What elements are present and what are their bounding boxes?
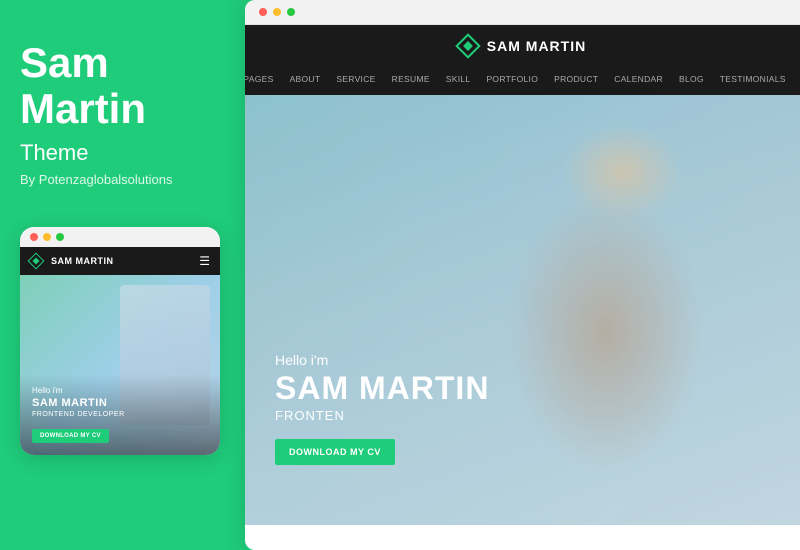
desktop-dot-red [259, 8, 267, 16]
desktop-nav-top: SAM MARTIN [265, 25, 780, 67]
desktop-hero-content: Hello i'm SAM MARTIN FRONTEN DOWNLOAD MY… [275, 352, 489, 465]
nav-product[interactable]: PRODUCT [546, 68, 606, 90]
mobile-nav: SAM MARTIN ☰ [20, 247, 220, 275]
dot-yellow [43, 233, 51, 241]
mobile-download-btn[interactable]: DOWNLOAD MY CV [32, 429, 109, 443]
theme-author: By Potenzaglobalsolutions [20, 172, 228, 187]
mobile-name-text: SAM MARTIN [32, 397, 208, 409]
mobile-logo-area: SAM MARTIN [30, 255, 114, 267]
nav-portfolio[interactable]: PORTFOLIO [478, 68, 546, 90]
desktop-site-name: SAM MARTIN [487, 38, 586, 54]
mobile-hamburger-icon[interactable]: ☰ [199, 254, 210, 268]
desktop-mockup: SAM MARTIN HOME PAGES ABOUT SERVICE RESU… [245, 0, 800, 550]
nav-calendar[interactable]: CALENDAR [606, 68, 671, 90]
desktop-nav: SAM MARTIN HOME PAGES ABOUT SERVICE RESU… [245, 25, 800, 95]
mobile-role-text: FRONTEND DEVELOPER [32, 411, 208, 418]
desktop-browser-bar [245, 0, 800, 25]
nav-blog[interactable]: BLOG [671, 68, 712, 90]
mobile-hero-overlay: Hello i'm SAM MARTIN FRONTEND DEVELOPER … [20, 374, 220, 455]
desktop-name-text: SAM MARTIN [275, 372, 489, 404]
desktop-logo-icon [455, 33, 480, 58]
mobile-mockup: SAM MARTIN ☰ Hello i'm SAM MARTIN FRONTE… [20, 227, 220, 455]
desktop-hero: Hello i'm SAM MARTIN FRONTEN DOWNLOAD MY… [245, 95, 800, 525]
nav-resume[interactable]: RESUME [384, 68, 438, 90]
nav-pages[interactable]: PAGES [245, 68, 282, 90]
mobile-logo-icon [28, 253, 45, 270]
nav-contact[interactable]: CONTACT [794, 68, 800, 90]
nav-skill[interactable]: SKILL [438, 68, 479, 90]
mobile-site-name: SAM MARTIN [51, 256, 114, 266]
nav-about[interactable]: ABOUT [282, 68, 329, 90]
dot-green-dot [56, 233, 64, 241]
desktop-download-btn[interactable]: DOWNLOAD MY CV [275, 439, 395, 465]
desktop-hello-text: Hello i'm [275, 352, 489, 368]
desktop-dot-green [287, 8, 295, 16]
dot-red [30, 233, 38, 241]
mobile-hero: Hello i'm SAM MARTIN FRONTEND DEVELOPER … [20, 275, 220, 455]
desktop-role-text: FRONTEN [275, 408, 489, 423]
mobile-browser-bar [20, 227, 220, 247]
nav-service[interactable]: SERVICE [328, 68, 383, 90]
desktop-dot-yellow [273, 8, 281, 16]
left-panel: Sam Martin Theme By Potenzaglobalsolutio… [0, 0, 248, 550]
nav-testimonials[interactable]: TESTIMONIALS [712, 68, 794, 90]
desktop-nav-links: HOME PAGES ABOUT SERVICE RESUME SKILL PO… [265, 67, 780, 95]
theme-title: Sam Martin [20, 40, 228, 132]
theme-subtitle: Theme [20, 140, 228, 166]
mobile-hello-text: Hello i'm [32, 386, 208, 395]
